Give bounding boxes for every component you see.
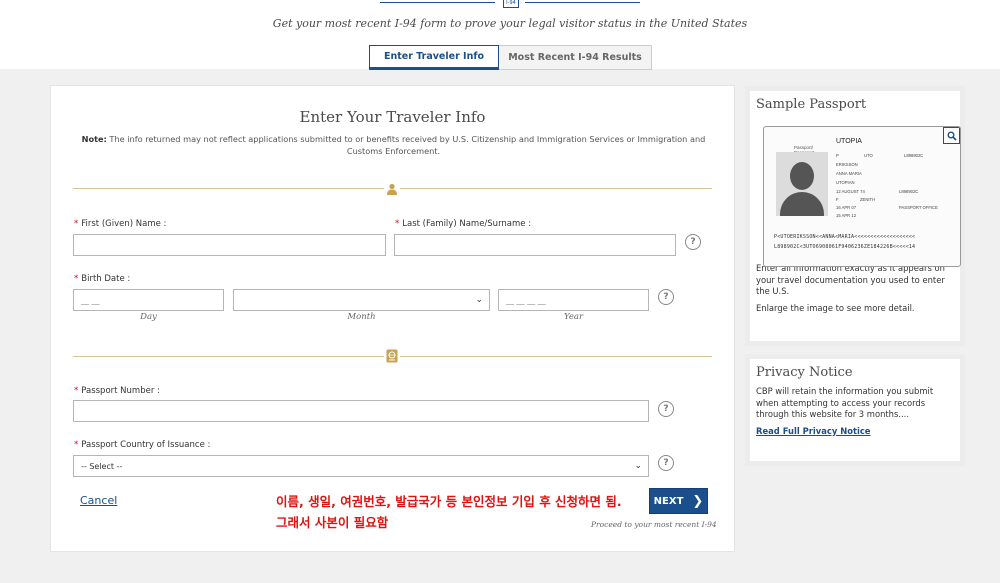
country-selected-value: -- Select -- <box>81 461 123 471</box>
country-select[interactable]: -- Select -- ⌄ <box>73 455 649 477</box>
annotation-line-2: 그래서 사본이 필요함 <box>276 515 389 530</box>
required-mark: * <box>74 219 79 229</box>
next-label: NEXT <box>653 495 684 507</box>
privacy-link[interactable]: Read Full Privacy Notice <box>756 426 960 436</box>
sample-passport-image[interactable]: UTOPIA Passport/Passeport P UTO L898902C… <box>763 126 961 267</box>
form-note: Note: The info returned may not reflect … <box>81 133 706 157</box>
chevron-down-icon: ⌄ <box>475 295 483 305</box>
passport-surname: ERIKSSON <box>836 162 858 167</box>
required-mark: * <box>74 274 79 284</box>
passport-photo-placeholder-icon <box>776 152 828 216</box>
zoom-search-icon[interactable] <box>943 127 960 144</box>
birth-date-help-icon[interactable]: ? <box>658 289 674 305</box>
header-rule-left <box>380 2 495 3</box>
passport-mrz-line-1: P<UTOERIKSSON<<ANNA<MARIA<<<<<<<<<<<<<<<… <box>774 234 916 240</box>
passport-number-help-icon[interactable]: ? <box>658 401 674 417</box>
last-name-help-icon[interactable]: ? <box>685 234 701 250</box>
header-rule-right <box>525 2 640 3</box>
month-caption: Month <box>347 312 376 322</box>
proceed-caption: Proceed to your most recent I-94 <box>591 520 717 529</box>
i94-badge-icon: I-94 <box>503 0 519 8</box>
tab-bar: Enter Traveler Info Most Recent I-94 Res… <box>369 45 652 70</box>
sample-passport-text: Enter all information exactly as it appe… <box>756 263 945 296</box>
required-mark: * <box>395 219 400 229</box>
passport-country: UTOPIA <box>836 138 862 145</box>
privacy-notice-card: Privacy Notice CBP will retain the infor… <box>745 354 965 466</box>
sample-passport-title: Sample Passport <box>756 97 867 112</box>
passport-sex: F <box>836 197 839 202</box>
privacy-text: CBP will retain the information you subm… <box>756 386 934 419</box>
passport-place: ZENITH <box>860 197 876 202</box>
next-button[interactable]: NEXT ❯ <box>649 488 708 514</box>
traveler-form: Enter Your Traveler Info Note: The info … <box>50 85 735 552</box>
passport-authority: PASSPORT OFFICE <box>899 205 938 210</box>
sample-passport-card: Sample Passport UTOPIA Passport/Passepor… <box>745 86 965 346</box>
passport-number-label: * Passport Number : <box>74 386 160 396</box>
country-help-icon[interactable]: ? <box>658 455 674 471</box>
note-text: The info returned may not reflect applic… <box>106 134 706 156</box>
passport-nationality: UTOPIAN <box>836 180 855 185</box>
form-title: Enter Your Traveler Info <box>299 108 486 126</box>
passport-mrz-line-2: L898902C<3UTO6908061F9406236ZE184226B<<<… <box>774 244 916 250</box>
passport-number: L898902C <box>904 153 924 158</box>
chevron-right-icon: ❯ <box>692 493 704 509</box>
chevron-down-icon: ⌄ <box>634 461 642 471</box>
passport-given: ANNA MARIA <box>836 171 862 176</box>
passport-dob: 12 AUGUST 74 <box>836 189 865 194</box>
privacy-title: Privacy Notice <box>756 365 853 380</box>
tab-most-recent-results[interactable]: Most Recent I-94 Results <box>499 45 652 70</box>
day-caption: Day <box>140 312 157 322</box>
annotation-line-1: 이름, 생일, 여권번호, 발급국가 등 본인정보 기입 후 신청하면 됨. <box>276 494 622 509</box>
year-caption: Year <box>563 312 584 322</box>
cancel-link[interactable]: Cancel <box>80 494 117 507</box>
birth-month-select[interactable]: ⌄ <box>233 289 490 311</box>
tab-enter-traveler-info[interactable]: Enter Traveler Info <box>369 45 499 70</box>
passport-number-input[interactable] <box>73 400 649 422</box>
annotation-text: 이름, 생일, 여권번호, 발급국가 등 본인정보 기입 후 신청하면 됨. 그… <box>276 491 622 533</box>
passport-type: P <box>836 153 839 158</box>
note-label: Note: <box>81 134 107 144</box>
sample-passport-hint: Enlarge the image to see more detail. <box>756 302 915 313</box>
required-mark: * <box>74 440 79 450</box>
passport-icon <box>384 348 400 364</box>
person-icon <box>384 181 400 197</box>
birth-date-label: * Birth Date : <box>74 274 131 284</box>
required-mark: * <box>74 386 79 396</box>
passport-issued: 16 APR 07 <box>836 205 857 210</box>
tagline: Get your most recent I-94 form to prove … <box>272 17 748 30</box>
country-label: * Passport Country of Issuance : <box>74 440 211 450</box>
last-name-label: * Last (Family) Name/Surname : <box>395 219 532 229</box>
first-name-label: * First (Given) Name : <box>74 219 167 229</box>
passport-number-2: L898902C <box>899 189 919 194</box>
birth-day-input[interactable] <box>73 289 224 311</box>
last-name-input[interactable] <box>394 234 676 256</box>
passport-code: UTO <box>864 153 873 158</box>
birth-year-input[interactable] <box>498 289 649 311</box>
passport-expiry: 15 APR 12 <box>836 213 857 218</box>
first-name-input[interactable] <box>73 234 386 256</box>
